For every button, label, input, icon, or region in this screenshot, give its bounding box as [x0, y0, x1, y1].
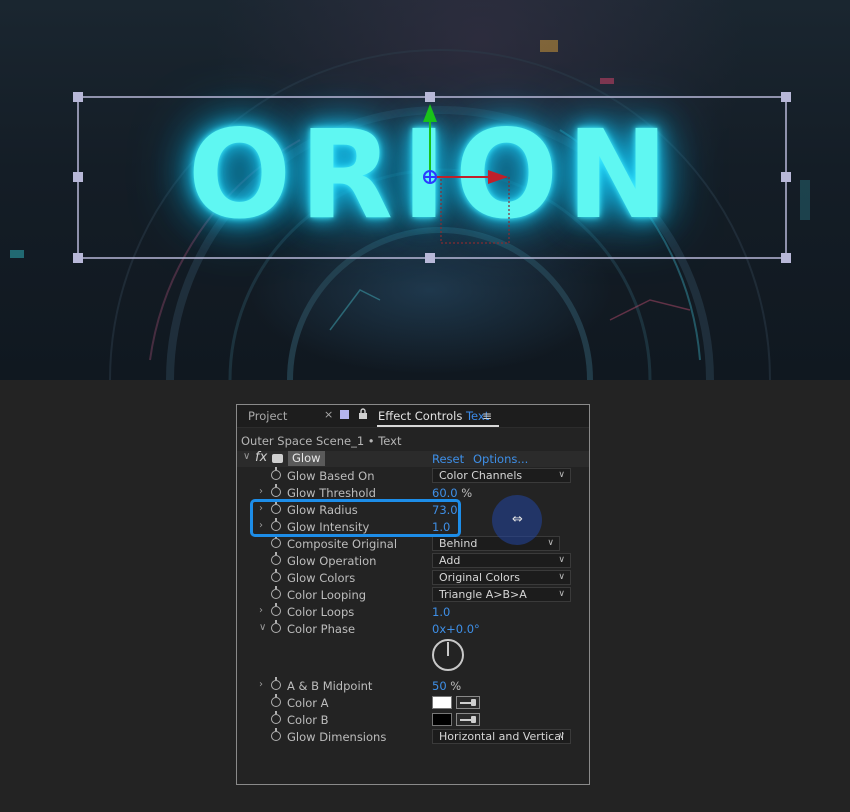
property-color-b: Color B: [237, 711, 589, 729]
stopwatch-icon[interactable]: [271, 484, 281, 497]
stopwatch-icon[interactable]: [271, 711, 281, 724]
composition-layer-path: Outer Space Scene_1 • Text: [241, 434, 402, 448]
property-glow-operation: Glow Operation Add ∨: [237, 552, 589, 570]
fx-icon[interactable]: fx: [255, 450, 267, 465]
property-ab-midpoint: › A & B Midpoint 50 %: [259, 677, 462, 693]
x-axis-arrow[interactable]: [488, 170, 508, 184]
glow-threshold-value[interactable]: 60.0 %: [432, 486, 472, 500]
stopwatch-icon[interactable]: [271, 603, 281, 616]
close-icon[interactable]: ×: [324, 408, 333, 421]
stopwatch-icon[interactable]: [271, 677, 281, 690]
ab-midpoint-value[interactable]: 50 %: [432, 679, 461, 693]
handle-bottom-center: [425, 253, 435, 263]
highlight-frame: [250, 499, 461, 537]
chevron-down-icon[interactable]: ∨: [243, 451, 250, 462]
property-composite-original: Composite Original Behind ∨: [237, 535, 589, 553]
stopwatch-icon[interactable]: [271, 728, 281, 741]
handle-top-left: [73, 92, 83, 102]
handle-bottom-left: [73, 253, 83, 263]
composite-original-dropdown[interactable]: Behind ∨: [432, 536, 560, 551]
eyedropper-icon[interactable]: [456, 696, 480, 709]
tab-project[interactable]: Project: [248, 409, 287, 423]
active-tab-indicator: [377, 425, 499, 427]
color-b-swatch[interactable]: [432, 713, 452, 726]
effect-header-glow[interactable]: ∨ fx Glow Reset Options...: [237, 450, 589, 467]
color-loops-value[interactable]: 1.0: [432, 605, 450, 619]
stopwatch-icon[interactable]: [271, 620, 281, 633]
handle-middle-left: [73, 172, 83, 182]
chevron-down-icon: ∨: [558, 470, 565, 480]
z-axis-plane: [440, 176, 510, 244]
handle-top-right: [781, 92, 791, 102]
handle-middle-right: [781, 172, 791, 182]
chevron-down-icon: ∨: [558, 589, 565, 599]
property-color-a: Color A: [237, 694, 589, 712]
reset-link[interactable]: Reset: [432, 452, 464, 466]
chevron-down-icon: ∨: [558, 572, 565, 582]
property-glow-colors: Glow Colors Original Colors ∨: [237, 569, 589, 587]
stopwatch-icon[interactable]: [271, 694, 281, 707]
effect-controls-panel: Project × Effect Controls Text ≡ Outer S…: [236, 404, 590, 785]
glow-dimensions-dropdown[interactable]: Horizontal and Vertical ∨: [432, 729, 571, 744]
effect-badge-icon: [272, 454, 283, 463]
lock-icon[interactable]: [358, 408, 368, 420]
chevron-right-icon[interactable]: ›: [259, 605, 263, 616]
property-glow-based-on: Glow Based On Color Channels ∨: [237, 467, 589, 485]
handle-top-center: [425, 92, 435, 102]
y-axis-arrow[interactable]: [423, 104, 437, 122]
eyedropper-icon[interactable]: [456, 713, 480, 726]
stopwatch-icon[interactable]: [271, 569, 281, 582]
panel-tab-bar: Project × Effect Controls Text ≡: [237, 405, 589, 428]
stopwatch-icon[interactable]: [271, 552, 281, 565]
composition-viewer[interactable]: ORION: [0, 0, 850, 380]
color-phase-value[interactable]: 0x+0.0°: [432, 622, 480, 636]
chevron-down-icon: ∨: [558, 555, 565, 565]
property-color-phase: ∨ Color Phase 0x+0.0°: [259, 620, 480, 636]
property-color-loops: › Color Loops 1.0: [259, 603, 451, 619]
property-color-looping: Color Looping Triangle A>B>A ∨: [237, 586, 589, 604]
color-phase-angle-dial[interactable]: [432, 639, 464, 671]
hamburger-menu-icon[interactable]: ≡: [482, 409, 492, 423]
chevron-down-icon: ∨: [547, 538, 554, 548]
effect-controls-tab-icon: [340, 410, 349, 419]
property-glow-dimensions: Glow Dimensions Horizontal and Vertical ∨: [237, 728, 589, 746]
handle-bottom-right: [781, 253, 791, 263]
stopwatch-icon[interactable]: [271, 535, 281, 548]
glow-based-on-dropdown[interactable]: Color Channels ∨: [432, 468, 571, 483]
color-looping-dropdown[interactable]: Triangle A>B>A ∨: [432, 587, 571, 602]
color-a-swatch[interactable]: [432, 696, 452, 709]
scrub-cursor-icon: ⇔: [512, 512, 523, 527]
options-link[interactable]: Options...: [473, 452, 528, 466]
tab-effect-controls[interactable]: Effect Controls Text: [378, 409, 489, 423]
stopwatch-icon[interactable]: [271, 467, 281, 480]
glow-operation-dropdown[interactable]: Add ∨: [432, 553, 571, 568]
chevron-down-icon[interactable]: ∨: [259, 622, 266, 633]
chevron-down-icon: ∨: [558, 731, 565, 741]
effect-name[interactable]: Glow: [288, 451, 325, 466]
chevron-right-icon[interactable]: ›: [259, 486, 263, 497]
glow-colors-dropdown[interactable]: Original Colors ∨: [432, 570, 571, 585]
chevron-right-icon[interactable]: ›: [259, 679, 263, 690]
stopwatch-icon[interactable]: [271, 586, 281, 599]
transform-gizmo[interactable]: [0, 0, 850, 380]
